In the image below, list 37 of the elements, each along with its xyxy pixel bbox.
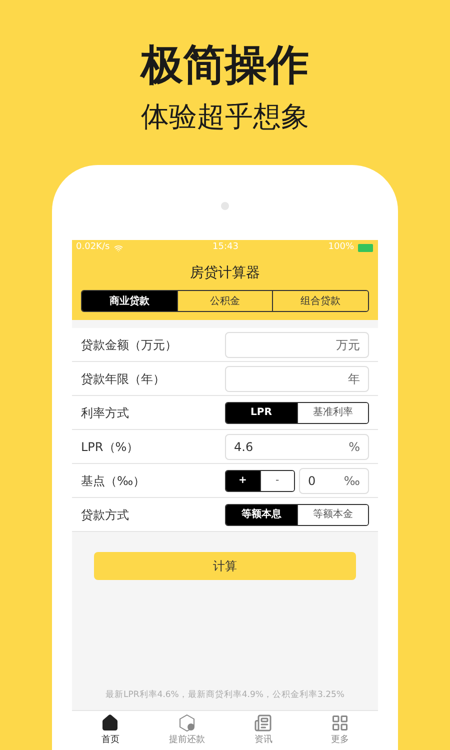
- nav-item[interactable]: 首页: [72, 711, 148, 750]
- hexagon-coin-icon: [178, 714, 196, 732]
- form-label: 贷款方式: [81, 506, 129, 524]
- calculate-button[interactable]: 计算: [94, 552, 356, 580]
- segment-option[interactable]: LPR: [226, 402, 296, 422]
- input-field[interactable]: 0 ‰: [299, 468, 369, 494]
- segment-option[interactable]: 基准利率: [296, 402, 368, 422]
- clock: 15:43: [212, 241, 238, 254]
- input-field[interactable]: 4.6 %: [225, 434, 369, 460]
- wifi-icon: [114, 244, 123, 252]
- camera-icon: [221, 202, 229, 210]
- nav-item[interactable]: 更多: [302, 711, 378, 750]
- form-label: LPR（%）: [81, 438, 139, 456]
- app-title: 房贷计算器: [189, 264, 261, 282]
- footer-note: 最新LPR利率4.6%，最新商贷利率4.9%，公积金利率3.25%: [104, 689, 346, 702]
- battery-icon: [358, 244, 374, 252]
- input-field[interactable]: 万元: [225, 332, 369, 358]
- battery-level: 100%: [328, 241, 354, 254]
- form-label: 贷款年限（年）: [81, 370, 165, 388]
- headline: 极简操作: [141, 40, 309, 90]
- tab[interactable]: 组合贷款: [272, 291, 368, 311]
- nav-item[interactable]: 提前还款: [148, 711, 225, 750]
- subheadline: 体验超乎想象: [141, 100, 309, 134]
- tab[interactable]: 商业贷款: [82, 291, 177, 311]
- news-icon: [254, 714, 272, 732]
- segment-option[interactable]: 等额本金: [296, 504, 368, 524]
- form-label: 基点（‰）: [81, 472, 146, 490]
- grid-icon: [330, 714, 349, 732]
- network-speed: 0.02K/s: [76, 241, 110, 254]
- input-field[interactable]: 年: [225, 366, 369, 392]
- form-label: 贷款金额（万元）: [81, 336, 177, 354]
- segment-option[interactable]: 等额本息: [226, 504, 296, 524]
- segment-option[interactable]: +: [226, 470, 260, 490]
- segment-option[interactable]: -: [260, 470, 294, 490]
- form-label: 利率方式: [81, 404, 129, 422]
- nav-item[interactable]: 资讯: [225, 711, 302, 750]
- home-icon: [101, 714, 120, 732]
